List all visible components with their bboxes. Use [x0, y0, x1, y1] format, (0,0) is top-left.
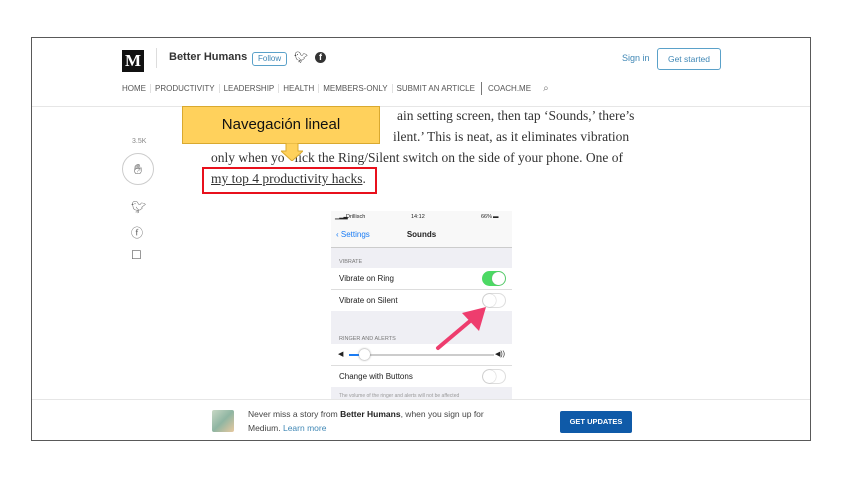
browser-viewport: M Better Humans Follow 🐦︎ f Sign in Get …	[31, 37, 811, 441]
publication-thumbnail	[212, 410, 234, 432]
twitter-share-icon[interactable]: 🐦︎	[131, 200, 146, 214]
vibrate-on-ring-toggle[interactable]	[482, 271, 506, 286]
status-time: 14:12	[411, 214, 425, 220]
volume-low-icon: ◀	[338, 351, 344, 358]
setting-row: Change with Buttons	[331, 366, 512, 387]
toggle-knob	[492, 272, 505, 285]
facebook-icon[interactable]: f	[315, 52, 326, 63]
setting-label: Vibrate on Ring	[339, 274, 394, 283]
nav-item-health[interactable]: HEALTH	[279, 84, 318, 93]
nav-item-coach-me[interactable]: COACH.ME	[484, 84, 535, 93]
nav-item-home[interactable]: HOME	[122, 84, 150, 93]
article-text-fragment: lick the Ring/Silent switch on the side …	[294, 150, 623, 165]
banner-text: Medium.	[248, 423, 283, 433]
section-header-vibrate: VIBRATE	[339, 259, 363, 265]
battery-icon: ▬	[493, 214, 499, 220]
follow-button[interactable]: Follow	[252, 52, 288, 66]
article-line: only when yo lick the Ring/Silent switch …	[211, 147, 651, 168]
search-icon[interactable]: ⌕	[535, 83, 549, 94]
callout-arrow-icon	[281, 143, 303, 161]
get-started-button[interactable]: Get started	[657, 48, 721, 70]
nav-item-leadership[interactable]: LEADERSHIP	[220, 84, 279, 93]
change-with-buttons-toggle[interactable]	[482, 369, 506, 384]
battery-level: 66%	[481, 214, 493, 220]
toggle-knob	[483, 370, 496, 383]
ios-screen-title: Sounds	[406, 230, 437, 239]
twitter-icon[interactable]: 🐦︎	[294, 51, 308, 64]
nav-item-productivity[interactable]: PRODUCTIVITY	[151, 84, 219, 93]
banner-text: , when you sign up for	[400, 409, 484, 419]
learn-more-link[interactable]: Learn more	[283, 423, 326, 433]
nav-separator-strong	[480, 82, 482, 95]
clap-icon[interactable]: ✋︎	[122, 153, 154, 185]
setting-row: Vibrate on Ring	[331, 268, 512, 290]
volume-high-icon: ◀))	[494, 351, 505, 358]
banner-message: Never miss a story from Better Humans, w…	[248, 407, 528, 435]
publication-header: M Better Humans Follow 🐦︎ f Sign in Get …	[32, 38, 810, 107]
medium-logo[interactable]: M	[122, 50, 144, 72]
banner-text: Never miss a story from	[248, 409, 341, 419]
section-header-ringer: RINGER AND ALERTS	[339, 336, 396, 342]
facebook-share-icon[interactable]: ⓕ	[131, 224, 143, 241]
publication-nav: HOME PRODUCTIVITY LEADERSHIP HEALTH MEMB…	[122, 82, 549, 95]
callout-label: Navegación lineal	[182, 106, 380, 144]
setting-label: Change with Buttons	[339, 372, 413, 381]
signup-banner: Never miss a story from Better Humans, w…	[32, 399, 810, 440]
volume-thumb[interactable]	[358, 349, 370, 360]
bookmark-icon[interactable]: ☐	[131, 248, 142, 262]
ios-nav-bar: ‹ Settings Sounds	[331, 223, 512, 248]
banner-publication: Better Humans	[340, 409, 401, 419]
sign-in-link[interactable]: Sign in	[622, 53, 650, 63]
get-updates-button[interactable]: GET UPDATES	[560, 411, 632, 433]
article-text-fragment: only when yo	[211, 150, 285, 165]
header-divider	[156, 48, 157, 68]
link-highlight-box	[202, 167, 377, 194]
volume-slider[interactable]	[349, 349, 494, 360]
nav-item-submit-article[interactable]: SUBMIT AN ARTICLE	[393, 84, 479, 93]
setting-label: Vibrate on Silent	[339, 296, 398, 305]
publication-name[interactable]: Better Humans	[169, 51, 247, 63]
pink-arrow-icon	[436, 307, 486, 350]
nav-item-members-only[interactable]: MEMBERS-ONLY	[319, 84, 391, 93]
clap-count: 3.5K	[132, 138, 147, 145]
carrier-name: Drillisch	[346, 214, 366, 220]
ios-status-bar: ▁▂▃ Drillisch 14:12 66% ▬	[331, 211, 512, 223]
